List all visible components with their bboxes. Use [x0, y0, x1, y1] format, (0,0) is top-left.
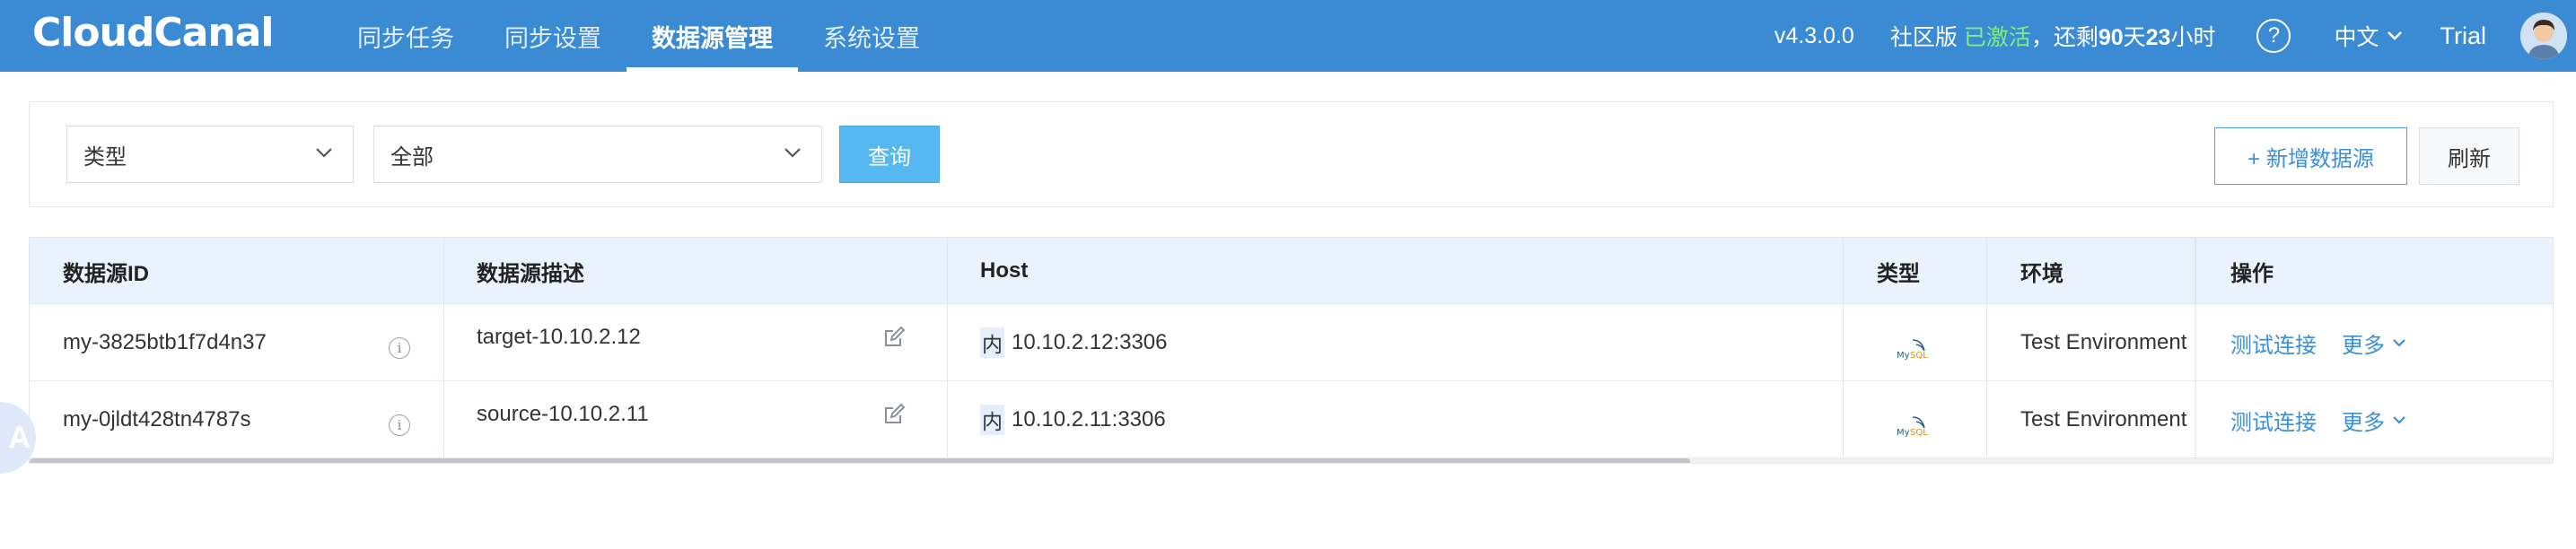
help-icon[interactable]: ? [2256, 19, 2291, 53]
column-header-description: 数据源描述 [477, 261, 584, 286]
edit-icon[interactable] [882, 403, 906, 426]
intranet-tag: 内 [980, 327, 1004, 358]
actions-column: 操作 测试连接 更多 测试连接 更多 [2196, 238, 2553, 460]
actions-cell: 测试连接 更多 [2196, 304, 2553, 381]
svg-text:My: My [1897, 351, 1910, 361]
column-header-id: 数据源ID [63, 261, 149, 286]
nav-sync-tasks[interactable]: 同步任务 [332, 0, 479, 72]
refresh-button[interactable]: 刷新 [2419, 127, 2519, 185]
more-dropdown[interactable]: 更多 [2342, 327, 2406, 359]
column-divider [947, 238, 948, 460]
top-navigation-bar: CloudCanal 同步任务 同步设置 数据源管理 系统设置 v4.3.0.0… [0, 0, 2576, 72]
nav-label: 系统设置 [823, 24, 920, 52]
logo-text: CloudCanal [32, 9, 275, 56]
svg-text:SQL: SQL [1910, 351, 1928, 361]
svg-text:My: My [1897, 428, 1910, 438]
column-header-actions-label: 操作 [2230, 261, 2274, 286]
table-header: 数据源ID 数据源描述 Host 类型 环境 操作 [30, 238, 2553, 304]
trial-label: Trial [2440, 22, 2487, 49]
user-avatar[interactable] [2520, 13, 2567, 59]
host-address: 10.10.2.12:3306 [1012, 330, 1168, 354]
add-datasource-button[interactable]: + 新增数据源 [2214, 127, 2407, 185]
column-header-environment: 环境 [2020, 261, 2063, 286]
type-select-value: 类型 [83, 144, 127, 170]
datasource-host: 内 10.10.2.12:3306 [980, 304, 1168, 381]
host-address: 10.10.2.11:3306 [1012, 407, 1166, 431]
test-connection-link[interactable]: 测试连接 [2230, 327, 2317, 359]
nav-label: 同步任务 [357, 24, 454, 52]
column-header-host: Host [980, 258, 1029, 283]
remaining-days: 90 [2098, 25, 2124, 50]
license-status: 社区版 已激活，还剩90天23小时 [1890, 20, 2216, 52]
more-dropdown[interactable]: 更多 [2342, 405, 2406, 436]
version-label: v4.3.0.0 [1774, 22, 1854, 48]
remaining-hours: 23 [2145, 25, 2171, 50]
chevron-down-icon [2393, 338, 2405, 347]
column-header-type: 类型 [1877, 261, 1920, 286]
avatar-icon [2520, 13, 2567, 59]
chevron-down-icon [316, 148, 332, 158]
nav-system-settings[interactable]: 系统设置 [798, 0, 945, 72]
nav-sync-settings[interactable]: 同步设置 [479, 0, 626, 72]
scrollbar-thumb[interactable] [30, 458, 1690, 463]
chevron-down-icon [2393, 415, 2405, 424]
actions-cell: 测试连接 更多 [2196, 381, 2553, 458]
nav-label: 同步设置 [504, 24, 601, 52]
more-label: 更多 [2342, 333, 2385, 358]
hours-unit: 小时 [2170, 25, 2216, 50]
edition-label: 社区版 [1889, 25, 1958, 50]
datasource-id[interactable]: my-0jldt428tn4787s [63, 381, 250, 458]
edit-icon[interactable] [882, 326, 906, 349]
scope-select[interactable]: 全部 [373, 126, 822, 183]
main-nav: 同步任务 同步设置 数据源管理 系统设置 [332, 0, 945, 72]
query-button[interactable]: 查询 [839, 126, 940, 183]
datasource-description: target-10.10.2.12 [477, 325, 641, 349]
language-dropdown[interactable]: 中文 [2334, 20, 2402, 52]
days-unit: 天 [2123, 25, 2146, 50]
test-connection-link[interactable]: 测试连接 [2230, 405, 2317, 436]
chevron-down-icon [2387, 31, 2402, 40]
actions-group: 测试连接 更多 [2230, 381, 2406, 458]
info-icon[interactable]: i [389, 414, 410, 436]
table-row: my-3825btb1f7d4n37 i target-10.10.2.12 内… [30, 304, 2553, 381]
type-select[interactable]: 类型 [66, 126, 354, 183]
environment: Test Environment [2020, 330, 2187, 354]
datasource-host: 内 10.10.2.11:3306 [980, 381, 1166, 458]
chevron-down-icon [784, 148, 801, 158]
column-divider [1843, 238, 1844, 460]
remaining-prefix: ，还剩 [2030, 25, 2098, 50]
activation-status: 已激活 [1963, 25, 2031, 50]
mysql-logo-icon: My SQL [1897, 416, 1928, 438]
column-divider [443, 238, 444, 460]
datasource-description: source-10.10.2.11 [477, 402, 649, 426]
more-label: 更多 [2342, 410, 2385, 435]
svg-text:SQL: SQL [1910, 428, 1928, 438]
language-label: 中文 [2334, 25, 2379, 50]
nav-datasource-management[interactable]: 数据源管理 [626, 0, 798, 72]
mysql-logo-icon: My SQL [1897, 339, 1928, 361]
datasource-table: 数据源ID 数据源描述 Host 类型 环境 操作 my-3825btb1f7d… [29, 237, 2554, 464]
cloudcanal-logo[interactable]: CloudCanal [32, 5, 275, 59]
nav-label: 数据源管理 [652, 24, 773, 52]
actions-group: 测试连接 更多 [2230, 304, 2406, 381]
header-right: v4.3.0.0 社区版 已激活，还剩90天23小时 ? 中文 Trial [1774, 0, 2576, 72]
table-row: my-0jldt428tn4787s i source-10.10.2.11 内… [30, 381, 2553, 458]
info-icon[interactable]: i [389, 337, 410, 359]
column-divider [1986, 238, 1987, 460]
environment: Test Environment [2020, 407, 2187, 431]
datasource-id[interactable]: my-3825btb1f7d4n37 [63, 304, 267, 381]
intranet-tag: 内 [980, 405, 1004, 435]
scope-select-value: 全部 [390, 144, 434, 170]
filter-panel: 类型 全部 查询 + 新增数据源 刷新 [29, 101, 2554, 207]
